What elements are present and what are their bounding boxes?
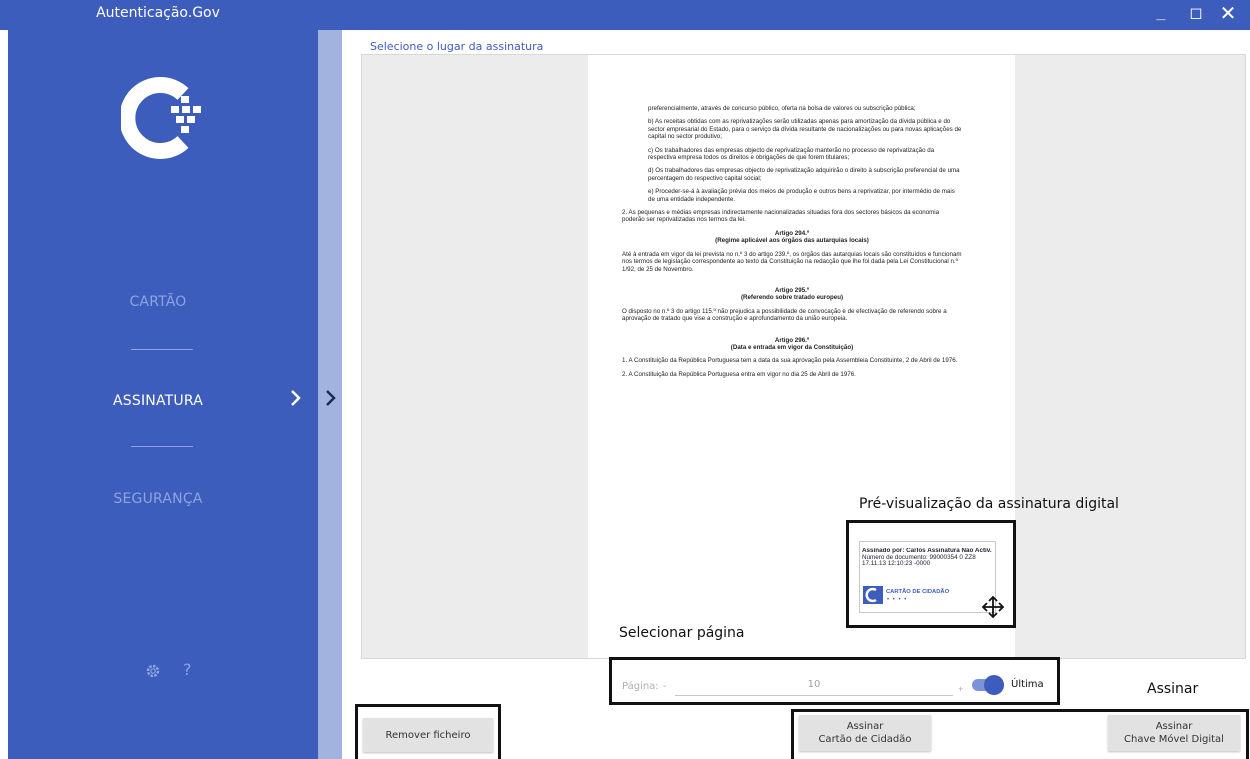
doc-paragraph: 1. A Constituição da República Portugues… <box>622 357 958 365</box>
help-icon[interactable]: ? <box>183 660 192 679</box>
sidebar: CARTÃO ASSINATURA SEGURANÇA ? <box>8 30 318 759</box>
doc-article-subtitle: (Referendo sobre tratado europeu) <box>740 294 844 302</box>
cartao-cidadao-dots: • • • • <box>887 597 908 603</box>
doc-paragraph: 2. As pequenas e médias empresas indirec… <box>622 209 940 224</box>
title-bar: Autenticação.Gov _ ◻ ✕ <box>0 0 1250 30</box>
button-label-line: Chave Móvel Digital <box>1124 734 1224 745</box>
sign-chave-movel-digital-button[interactable]: Assinar Chave Móvel Digital <box>1108 715 1240 751</box>
doc-article-subtitle: (Regime aplicável aos órgãos das autarqu… <box>715 237 869 245</box>
doc-paragraph: d) Os trabalhadores das empresas objecto… <box>648 167 960 182</box>
chevron-right-icon <box>291 390 301 406</box>
doc-paragraph: Até à entrada em vigor da lei prevista n… <box>622 250 962 273</box>
cartao-cidadao-logo <box>863 586 883 604</box>
doc-paragraph: O disposto no n.º 3 do artigo 115.º não … <box>622 307 947 323</box>
button-label-line: Assinar <box>1155 721 1193 732</box>
chevron-right-icon <box>326 390 336 406</box>
signature-timestamp: 17.11.13 12:10:23 -0000 <box>862 560 931 568</box>
button-label-line: Cartão de Cidadão <box>818 734 912 745</box>
cartao-cidadao-label: CARTÃO DE CIDADÃO <box>886 589 950 595</box>
signature-preview-annotation: Pré-visualização da assinatura digital <box>859 496 1119 512</box>
sidebar-item-assinatura[interactable]: ASSINATURA <box>8 393 308 409</box>
page-selector-annotation: Selecionar página <box>619 625 745 641</box>
button-label-line: Assinar <box>846 721 884 732</box>
subpanel-collapse-bar[interactable] <box>318 30 342 759</box>
sidebar-divider <box>131 349 193 350</box>
page-increment-button[interactable]: + <box>958 684 963 694</box>
remove-file-button[interactable]: Remover ficheiro <box>363 718 493 752</box>
maximize-button[interactable]: ◻ <box>1178 0 1214 30</box>
signature-text: Assinado por: Carlos Assinatura Não Acti… <box>862 548 994 568</box>
sidebar-divider <box>131 446 193 447</box>
section-title: Selecione o lugar da assinatura <box>370 40 544 53</box>
doc-paragraph: b) As receitas obtidas com as reprivatiz… <box>648 118 962 141</box>
document-text: preferencialmente, através de concurso p… <box>622 105 962 384</box>
doc-paragraph: preferencialmente, através de concurso p… <box>648 105 916 112</box>
last-page-label: Última <box>1011 679 1044 690</box>
page-selector: Página: - + Última <box>609 657 1060 705</box>
signature-preview-frame: Assinado por: Carlos Assinatura Não Acti… <box>846 520 1016 628</box>
last-page-toggle-knob[interactable] <box>984 675 1004 695</box>
app-title: Autenticação.Gov <box>96 5 220 21</box>
page-decrement-button[interactable]: - <box>663 681 666 692</box>
minimize-button[interactable]: _ <box>1143 0 1179 30</box>
sign-annotation: Assinar <box>1147 681 1199 697</box>
doc-paragraph: e) Proceder-se-á à avaliação prévia dos … <box>648 188 955 203</box>
sidebar-item-seguranca[interactable]: SEGURANÇA <box>8 491 308 507</box>
doc-paragraph: c) Os trabalhadores das empresas objecto… <box>648 146 935 162</box>
close-button[interactable]: ✕ <box>1210 0 1246 30</box>
sign-cartao-cidadao-button[interactable]: Assinar Cartão de Cidadão <box>799 715 931 751</box>
doc-article-title: Artigo 294.º <box>774 229 810 237</box>
doc-paragraph: 2. A Constituição da República Portugues… <box>622 370 856 378</box>
autenticacao-gov-logo <box>121 77 201 159</box>
doc-article-title: Artigo 295.º <box>774 286 810 294</box>
move-icon[interactable] <box>979 593 1007 621</box>
pdf-preview-area[interactable]: preferencialmente, através de concurso p… <box>361 54 1246 659</box>
page-label: Página: <box>622 681 659 692</box>
signature-stamp[interactable]: Assinado por: Carlos Assinatura Não Acti… <box>859 541 996 613</box>
doc-article-subtitle: (Data e entrada em vigor da Constituição… <box>730 343 854 351</box>
doc-article-title: Artigo 296.º <box>774 336 810 344</box>
sidebar-item-cartao[interactable]: CARTÃO <box>8 294 308 310</box>
gear-icon[interactable] <box>145 663 161 679</box>
page-number-input[interactable] <box>675 674 953 696</box>
